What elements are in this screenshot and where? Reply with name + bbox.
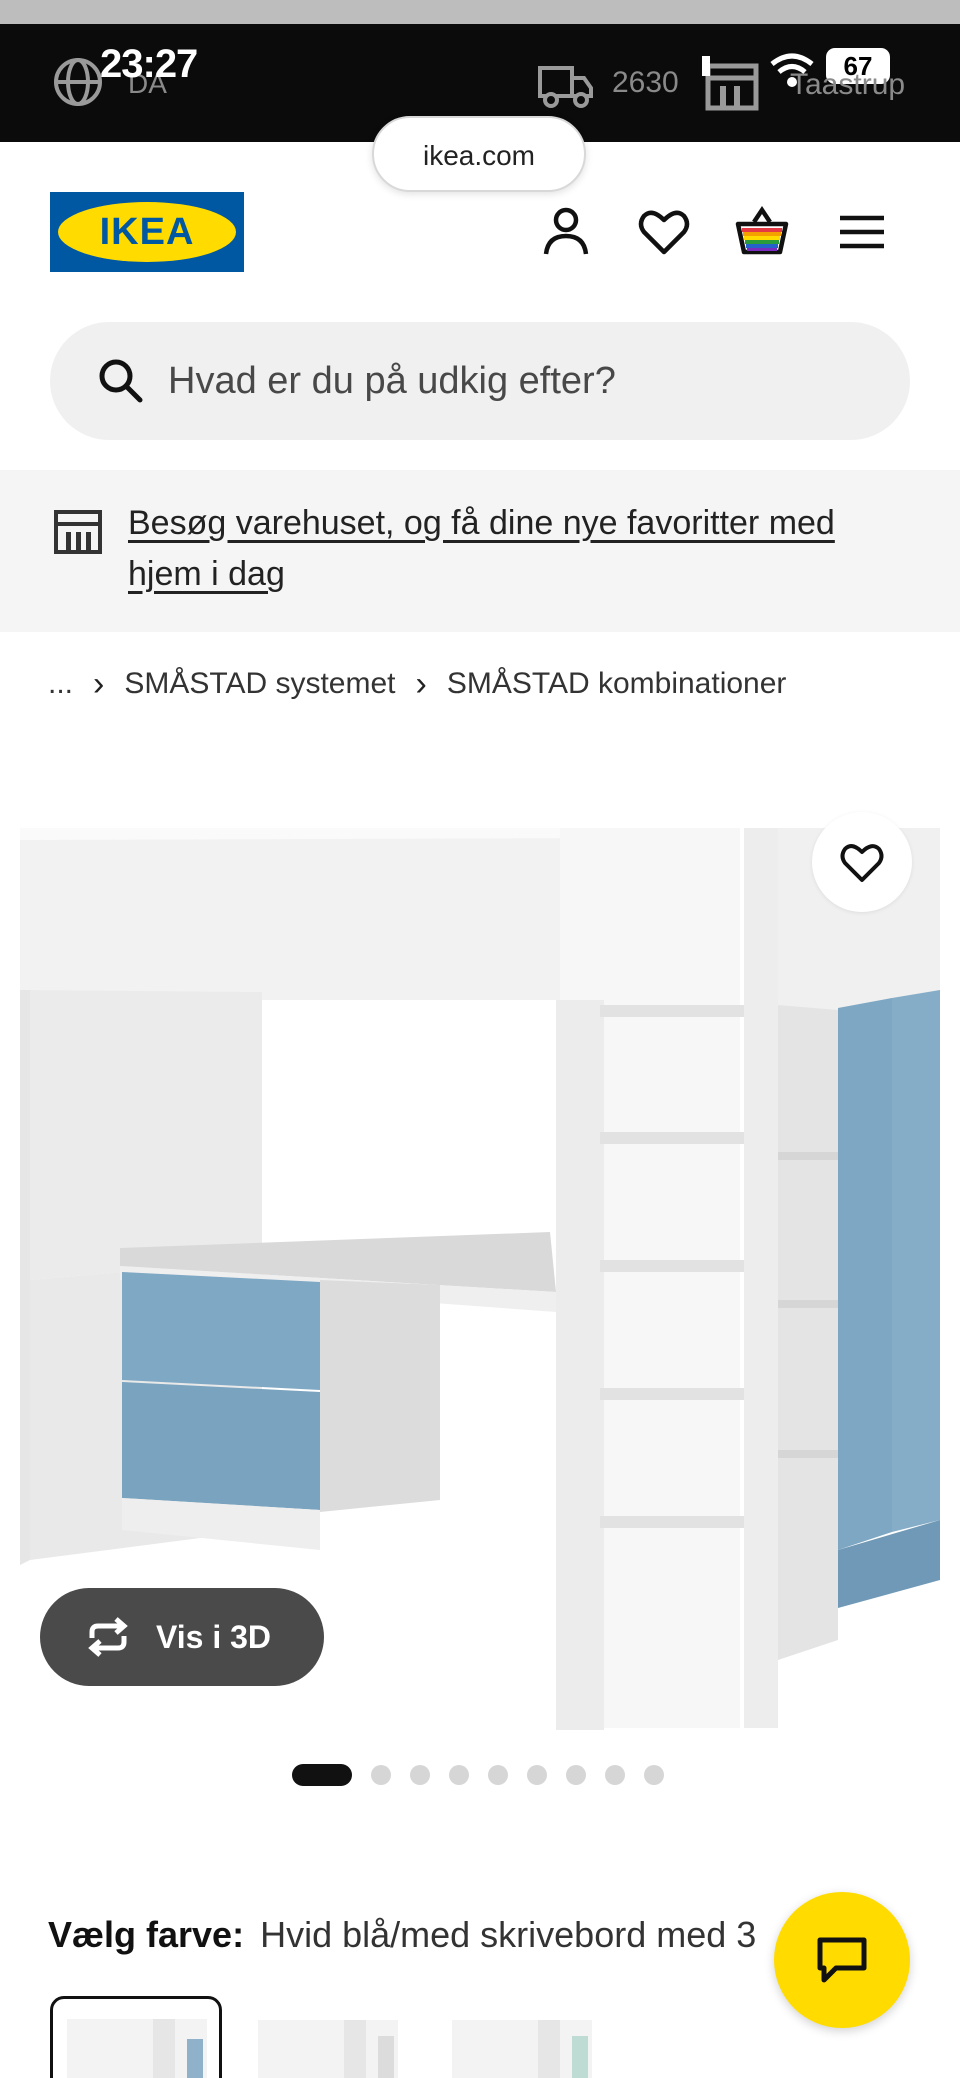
view-3d-button[interactable]: Vis i 3D <box>40 1588 324 1686</box>
color-swatches <box>50 1996 650 2078</box>
carousel-dot[interactable] <box>449 1765 469 1785</box>
search-icon <box>99 359 143 403</box>
clock: 23:27 <box>100 42 198 86</box>
color-label: Vælg farve: <box>48 1914 245 1955</box>
carousel-dot[interactable] <box>488 1765 508 1785</box>
chat-icon <box>817 1937 867 1983</box>
store-name: Taastrup <box>790 68 906 101</box>
menu-icon[interactable] <box>834 204 890 260</box>
zip-code: 2630 <box>612 66 679 99</box>
carousel-dot[interactable] <box>527 1765 547 1785</box>
breadcrumb-item[interactable]: SMÅSTAD kombinationer <box>447 667 787 701</box>
chevron-right-icon: › <box>415 664 427 703</box>
top-strip <box>0 0 960 24</box>
cart-icon[interactable] <box>734 204 790 260</box>
view-3d-label: Vis i 3D <box>156 1619 272 1655</box>
chevron-right-icon: › <box>93 664 105 703</box>
user-icon[interactable] <box>538 204 594 260</box>
color-swatch[interactable] <box>440 1996 612 2078</box>
store-banner[interactable]: Besøg varehuset, og få dine nye favoritt… <box>0 470 960 632</box>
heart-icon <box>840 844 884 882</box>
logo-text: IKEA <box>99 211 195 253</box>
swatch-thumbnail <box>258 2020 398 2078</box>
swatch-thumbnail <box>452 2020 592 2078</box>
swatch-thumbnail <box>67 2019 207 2078</box>
delivery-truck-icon <box>538 66 593 108</box>
color-swatch[interactable] <box>246 1996 418 2078</box>
rotate-3d-icon <box>88 1617 128 1657</box>
url-bar[interactable]: ikea.com <box>372 116 586 192</box>
ikea-logo[interactable]: IKEA <box>50 192 244 272</box>
color-selector: Vælg farve: Hvid blå/med skrivebord med 3 <box>48 1914 756 1956</box>
carousel-dot[interactable] <box>371 1765 391 1785</box>
add-to-favorites-button[interactable] <box>812 812 912 912</box>
carousel-dot[interactable] <box>644 1765 664 1785</box>
color-value: Hvid blå/med skrivebord med 3 <box>260 1914 757 1955</box>
breadcrumb: ... › SMÅSTAD systemet › SMÅSTAD kombina… <box>48 662 786 706</box>
store-icon <box>54 510 102 554</box>
globe-icon <box>54 58 102 106</box>
image-carousel-dots <box>292 1764 683 1786</box>
carousel-dot[interactable] <box>566 1765 586 1785</box>
search-bar[interactable] <box>50 322 910 440</box>
chat-button[interactable] <box>774 1892 910 2028</box>
carousel-dot[interactable] <box>410 1765 430 1785</box>
breadcrumb-item[interactable]: SMÅSTAD systemet <box>124 667 395 701</box>
breadcrumb-ellipsis[interactable]: ... <box>48 667 73 701</box>
carousel-dot[interactable] <box>605 1765 625 1785</box>
heart-icon[interactable] <box>636 204 692 260</box>
banner-link[interactable]: Besøg varehuset, og få dine nye favoritt… <box>128 498 908 600</box>
color-swatch-selected[interactable] <box>50 1996 222 2078</box>
store-icon <box>702 56 759 111</box>
carousel-dot-active[interactable] <box>292 1764 352 1786</box>
search-input[interactable] <box>168 322 868 440</box>
